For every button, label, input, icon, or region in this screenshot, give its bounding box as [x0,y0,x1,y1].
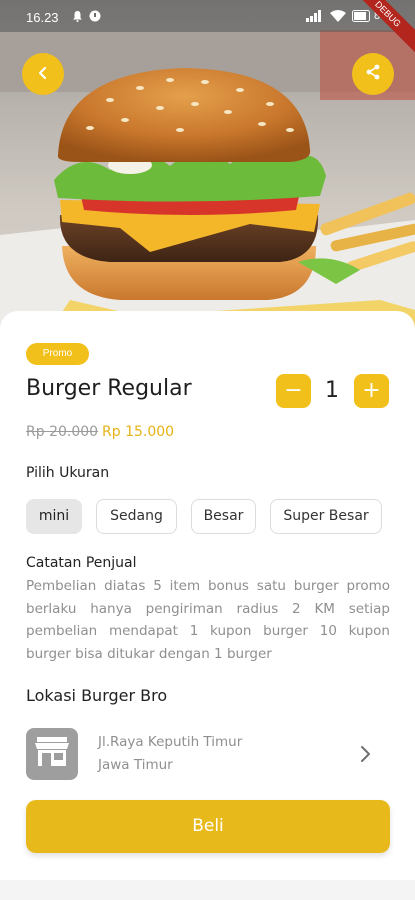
address-line-2: Jawa Timur [98,757,173,773]
signal-icon [306,10,322,26]
battery-icon [352,10,372,26]
plus-icon: + [362,378,381,403]
product-image [0,0,415,345]
notification-bell-icon [72,10,83,26]
size-option-besar[interactable]: Besar [191,499,256,534]
minus-icon: − [284,378,303,403]
address-line-1: Jl.Raya Keputih Timur [98,734,243,750]
location-label: Lokasi Burger Bro [26,686,168,705]
app-notification-icon [89,10,101,26]
seller-notes-text: Pembelian diatas 5 item bonus satu burge… [26,578,390,662]
buy-button[interactable]: Beli [26,800,390,853]
share-button[interactable] [352,53,394,95]
location-detail-button[interactable] [356,742,376,766]
size-label: Pilih Ukuran [26,465,110,481]
seller-notes-label: Catatan Penjual [26,555,137,571]
decrease-quantity-button[interactable]: − [276,374,311,408]
size-option-sedang[interactable]: Sedang [96,499,177,534]
back-arrow-icon [36,65,50,84]
store-icon-box [26,728,78,780]
size-option-super-besar[interactable]: Super Besar [270,499,382,534]
store-icon [35,737,69,771]
original-price: Rp 20.000 [26,424,99,440]
increase-quantity-button[interactable]: + [354,374,389,408]
size-option-mini[interactable]: mini [26,499,82,534]
product-title: Burger Regular [26,376,192,401]
back-button[interactable] [22,53,64,95]
status-time: 16.23 [26,10,59,25]
burger-illustration [0,30,415,345]
share-icon [365,64,381,84]
status-bar: 16.23 80 [0,0,415,32]
bottom-navigation-strip [0,880,415,900]
promo-badge: Promo [26,343,89,365]
wifi-icon [330,10,346,26]
chevron-right-icon [356,746,376,770]
discount-price: Rp 15.000 [102,424,175,440]
quantity-value: 1 [325,378,339,403]
